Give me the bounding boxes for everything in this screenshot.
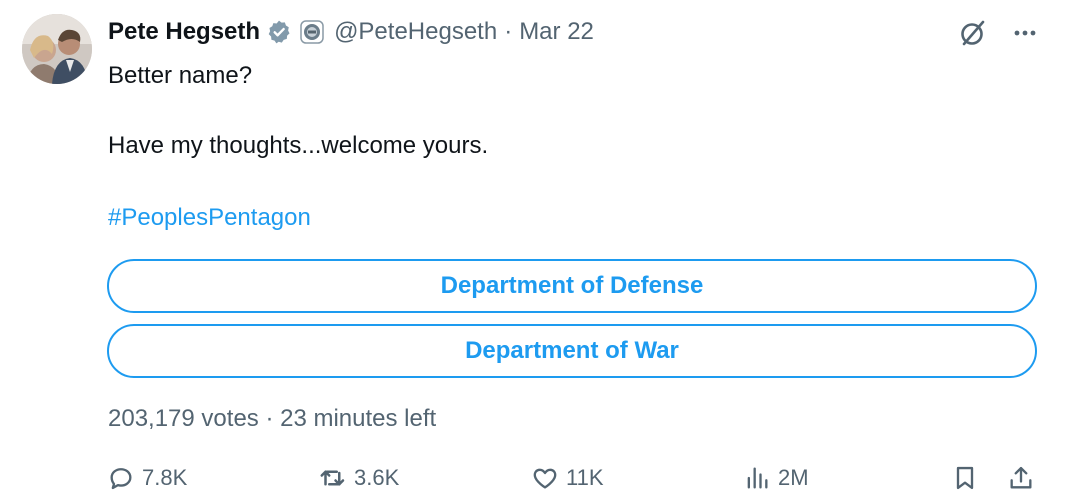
header-separator: · xyxy=(504,18,513,45)
tweet-text-line: Have my thoughts...welcome yours. xyxy=(108,132,489,159)
verified-badge-icon xyxy=(266,19,292,45)
heart-icon xyxy=(530,463,560,493)
tweet-action-bar: 7.8K 3.6K 11K 2M xyxy=(0,460,1066,496)
views-count: 2M xyxy=(778,465,809,490)
grok-icon[interactable] xyxy=(958,18,988,48)
views-button[interactable]: 2M xyxy=(742,460,809,496)
like-button[interactable]: 11K xyxy=(530,460,604,496)
more-icon[interactable] xyxy=(1010,18,1040,48)
reply-icon xyxy=(106,463,136,493)
hashtag-link[interactable]: #PeoplesPentagon xyxy=(108,204,311,232)
avatar-photo-icon xyxy=(22,14,92,84)
repost-icon xyxy=(318,463,348,493)
repost-count: 3.6K xyxy=(354,465,400,490)
poll-option-department-of-war[interactable]: Department of War xyxy=(107,324,1037,378)
reply-button[interactable]: 7.8K xyxy=(106,460,187,496)
tweet-header: Pete Hegseth @PeteHegseth · Mar 22 xyxy=(108,14,594,50)
tweet-text-line: Better name? xyxy=(108,62,253,89)
tweet-top-actions xyxy=(958,18,1040,48)
tweet: Pete Hegseth @PeteHegseth · Mar 22 Bette… xyxy=(0,0,1066,499)
bookmark-button[interactable] xyxy=(950,460,980,496)
poll-meta: 203,179 votes · 23 minutes left xyxy=(108,405,437,432)
share-icon xyxy=(1006,463,1036,493)
avatar[interactable] xyxy=(22,14,92,84)
like-count: 11K xyxy=(566,465,604,490)
author-name[interactable]: Pete Hegseth xyxy=(108,18,260,46)
poll-option-department-of-defense[interactable]: Department of Defense xyxy=(107,259,1037,313)
tweet-date[interactable]: Mar 22 xyxy=(519,18,594,46)
government-affiliation-icon xyxy=(300,20,324,44)
repost-button[interactable]: 3.6K xyxy=(318,460,399,496)
reply-count: 7.8K xyxy=(142,465,188,490)
author-handle[interactable]: @PeteHegseth xyxy=(334,18,497,46)
share-button[interactable] xyxy=(1006,460,1036,496)
views-icon xyxy=(742,463,772,493)
bookmark-icon xyxy=(950,463,980,493)
